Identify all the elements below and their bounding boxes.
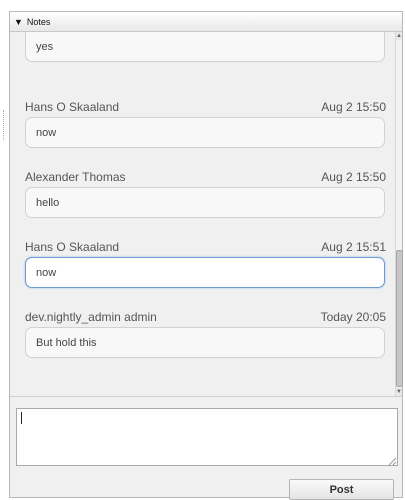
note-text-content: now xyxy=(36,266,57,279)
notes-panel-title: Notes xyxy=(26,16,51,27)
splitter-handle[interactable] xyxy=(3,110,6,140)
note-timestamp: Aug 2 15:51 xyxy=(321,240,386,254)
note-text: now xyxy=(25,117,385,148)
note-text-content: now xyxy=(36,126,57,139)
note-timestamp: Aug 2 15:50 xyxy=(321,170,386,184)
notes-panel-header[interactable]: ▼ Notes xyxy=(10,12,402,32)
note-author: Hans O Skaaland xyxy=(25,100,120,114)
note-text-content: yes xyxy=(36,40,54,53)
triangle-down-icon[interactable]: ▼ xyxy=(14,17,23,27)
note-header: dev.nightly_admin admin Today 20:05 xyxy=(25,310,386,324)
note-header: Hans O Skaaland Aug 2 15:51 xyxy=(25,240,386,254)
note-text: But hold this xyxy=(25,327,385,358)
resize-grip-icon[interactable] xyxy=(387,456,397,466)
note-header: Alexander Thomas Aug 2 15:50 xyxy=(25,170,386,184)
scrollbar-thumb[interactable] xyxy=(396,250,403,387)
note-timestamp: Aug 2 15:50 xyxy=(321,100,386,114)
note-text: yes xyxy=(25,32,385,62)
note-text: hello xyxy=(25,187,385,218)
note-author: dev.nightly_admin admin xyxy=(25,310,157,324)
note-timestamp: Today 20:05 xyxy=(320,310,386,324)
notes-scrollbar[interactable]: ▲ ▼ xyxy=(395,32,403,396)
note-text-editable[interactable]: now xyxy=(25,257,385,288)
scroll-down-arrow-icon[interactable]: ▼ xyxy=(396,388,402,396)
note-text-content: But hold this xyxy=(36,336,97,349)
new-note-input[interactable] xyxy=(16,408,398,466)
compose-divider xyxy=(10,396,402,397)
scroll-up-arrow-icon[interactable]: ▲ xyxy=(396,32,402,40)
note-text-content: hello xyxy=(36,196,60,209)
note-header: Hans O Skaaland Aug 2 15:50 xyxy=(25,100,386,114)
text-cursor xyxy=(21,412,22,424)
note-author: Hans O Skaaland xyxy=(25,240,120,254)
notes-list[interactable]: yes Hans O Skaaland Aug 2 15:50 now Alex… xyxy=(10,32,396,396)
post-button[interactable]: Post xyxy=(289,479,394,500)
notes-panel: ▼ Notes yes Hans O Skaaland Aug 2 15:50 … xyxy=(9,11,403,500)
note-author: Alexander Thomas xyxy=(25,170,126,184)
